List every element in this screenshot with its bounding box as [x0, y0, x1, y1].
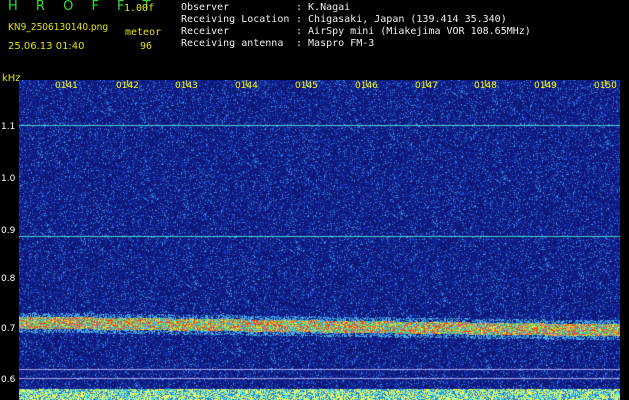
antenna-label: Receiving antenna: [181, 38, 284, 49]
file-name: KN9_2506130140.png: [8, 22, 109, 33]
y-tick-1-1: 1.1: [1, 122, 16, 132]
time-tick-0143: 0143: [175, 81, 198, 91]
time-tick-0146: 0146: [355, 81, 378, 91]
observer-value: : K.Nagai: [296, 2, 351, 13]
observer-label: Observer: [181, 2, 230, 13]
time-tick-0147: 0147: [415, 81, 438, 91]
time-tick-0150: 0150: [594, 81, 617, 91]
y-tick-0-8: 0.8: [1, 274, 16, 284]
location-value: : Chigasaki, Japan (139.414 35.340): [296, 14, 507, 25]
spectrogram: [19, 80, 620, 400]
time-tick-0144: 0144: [235, 81, 258, 91]
time-tick-0145: 0145: [295, 81, 318, 91]
time-tick-0148: 0148: [474, 81, 497, 91]
time-tick-0142: 0142: [116, 81, 139, 91]
frequency-axis: 1.1 1.0 0.9 0.8 0.7 0.6: [0, 80, 19, 400]
meteor-count: 96: [140, 41, 153, 52]
receiver-value: : AirSpy mini (Miakejima VOR 108.65MHz): [296, 26, 531, 37]
time-tick-0141: 0141: [55, 81, 78, 91]
antenna-value: : Maspro FM-3: [296, 38, 375, 49]
y-tick-1-0: 1.0: [1, 174, 16, 184]
receiver-label: Receiver: [181, 26, 230, 37]
date-time: 25.06.13 01:40: [8, 41, 85, 52]
y-tick-0-6: 0.6: [1, 375, 16, 385]
y-tick-0-7: 0.7: [1, 324, 16, 334]
location-label: Receiving Location: [181, 14, 290, 25]
meteor-label: meteor: [125, 27, 162, 38]
y-tick-0-9: 0.9: [1, 226, 16, 236]
time-tick-0149: 0149: [534, 81, 557, 91]
app-version: 1.00f: [124, 3, 155, 14]
